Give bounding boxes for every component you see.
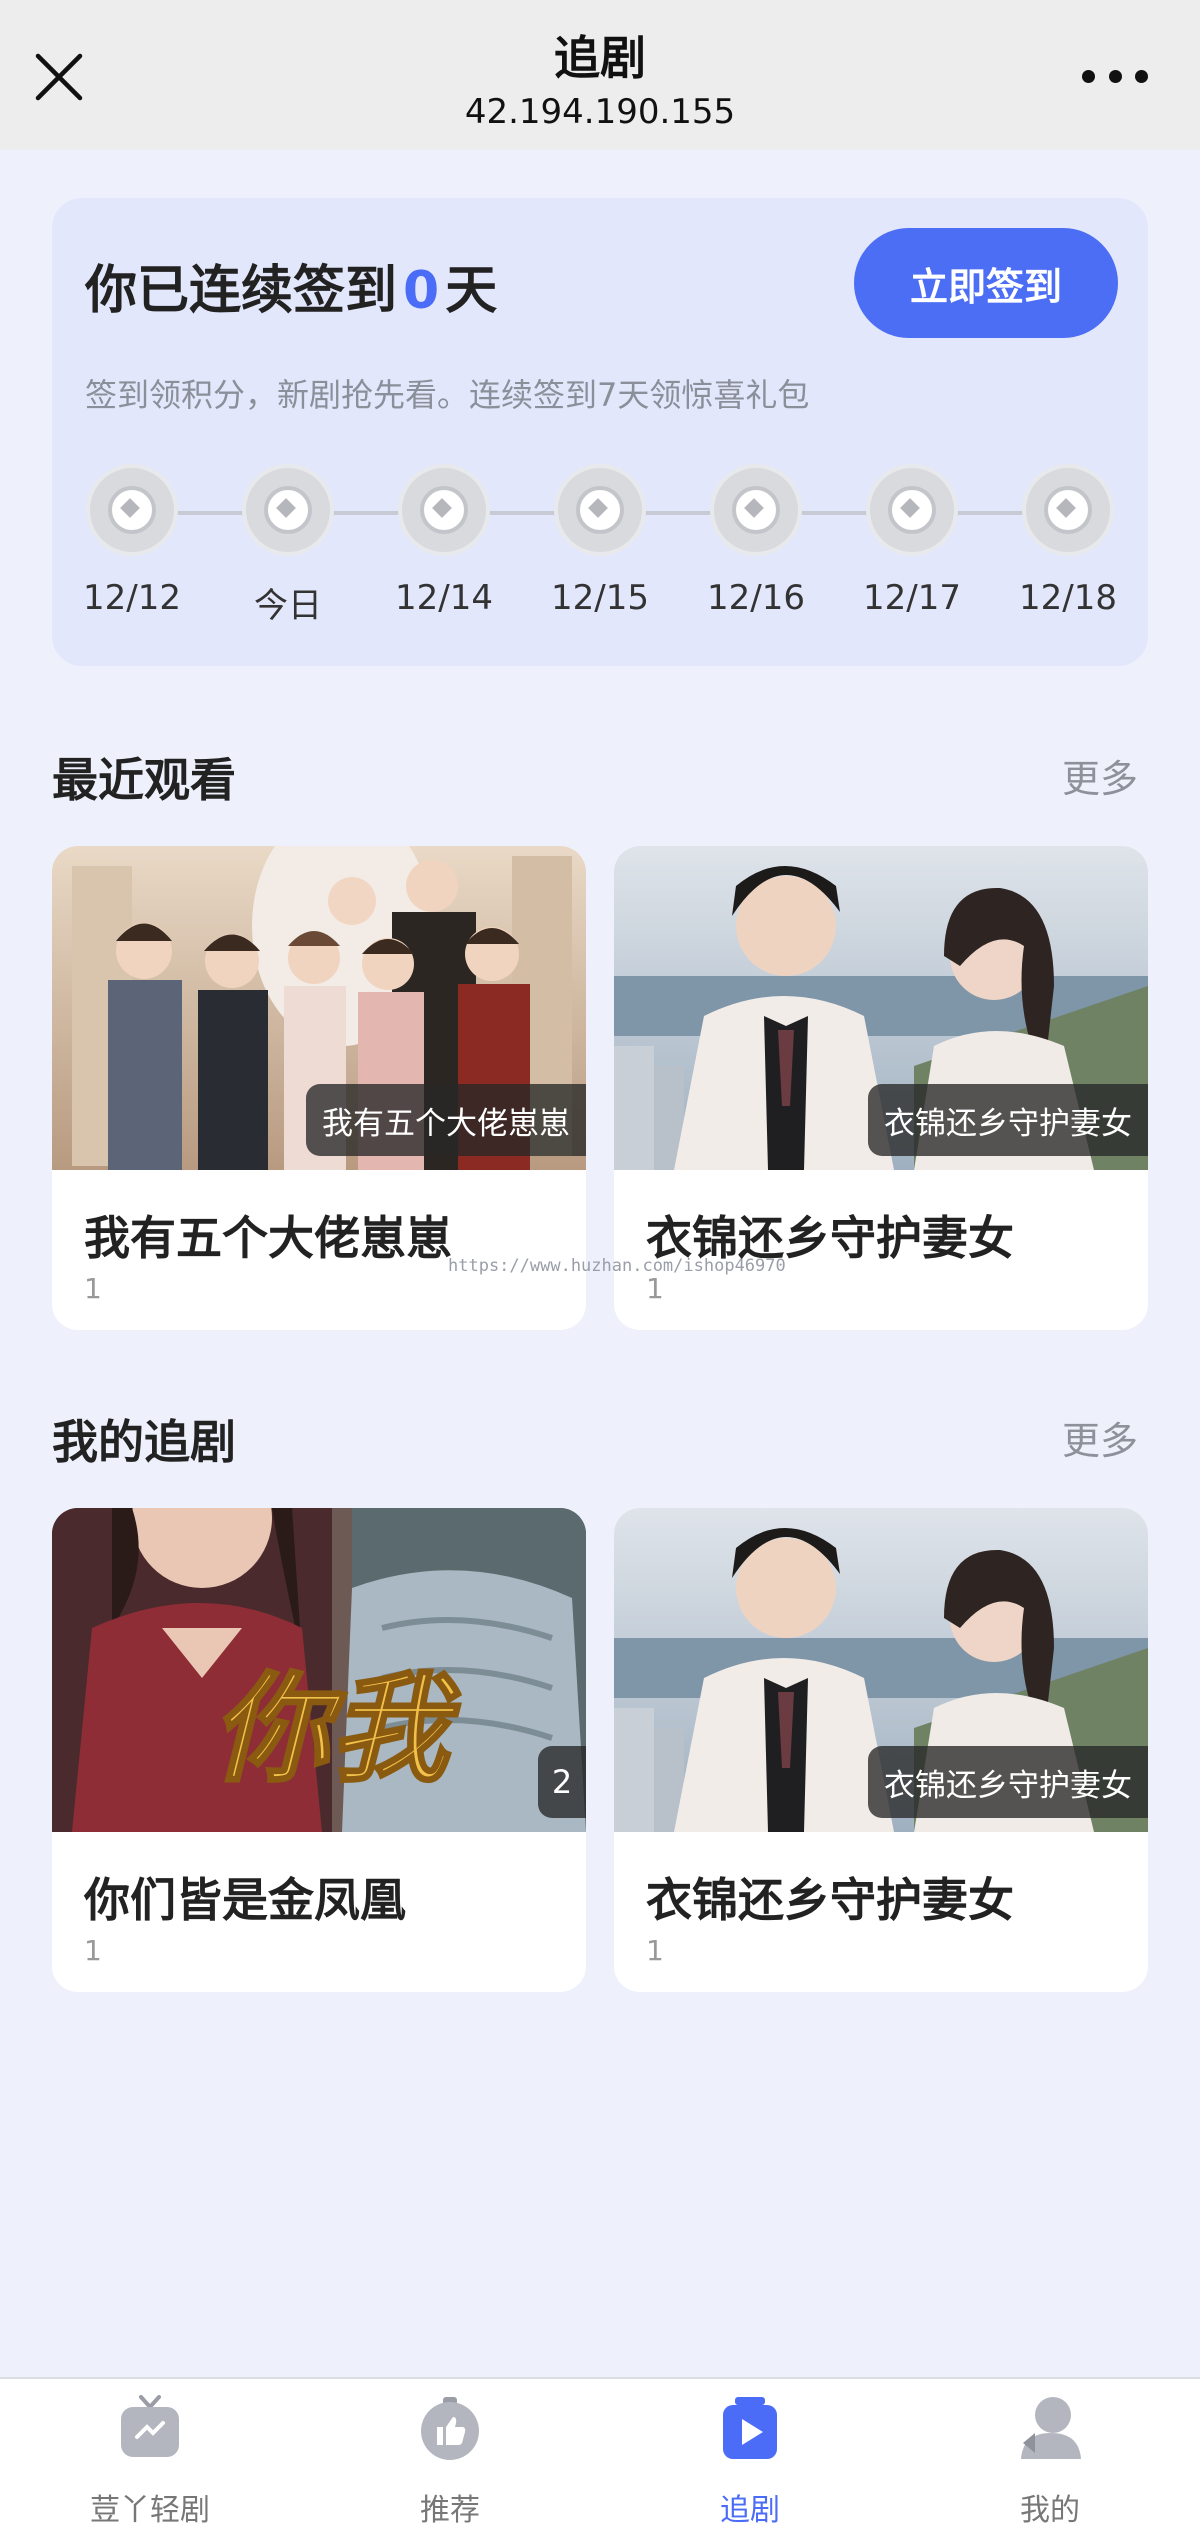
drama-poster: 衣锦还乡守护妻女: [614, 846, 1148, 1170]
signin-day-label: 12/18: [1019, 578, 1117, 618]
coin-icon: [398, 464, 490, 556]
coin-icon: [710, 464, 802, 556]
signin-track: 12/12 今日 12/14 12/15 12/16 12/17 12/18: [52, 464, 1148, 654]
tab-home[interactable]: 荳丫轻剧: [50, 2393, 250, 2529]
section-title-recent: 最近观看: [52, 753, 236, 807]
drama-poster: 衣锦还乡守护妻女: [614, 1508, 1148, 1832]
page-title: 追剧: [554, 31, 646, 85]
signin-day: 12/12: [72, 464, 192, 618]
signin-day-label: 12/12: [83, 578, 181, 618]
episode-badge: 2: [538, 1746, 586, 1818]
signin-day-label: 12/15: [551, 578, 649, 618]
signin-day: 12/14: [384, 464, 504, 618]
signin-day: 12/15: [540, 464, 660, 618]
drama-episode: 1: [84, 1272, 102, 1305]
signin-days-count: 0: [403, 261, 440, 321]
signin-day-label: 12/16: [707, 578, 805, 618]
drama-title: 我有五个大佬崽崽: [84, 1211, 452, 1265]
signin-day: 12/16: [696, 464, 816, 618]
tab-following[interactable]: 追剧: [650, 2393, 850, 2529]
section-title-following: 我的追剧: [52, 1415, 236, 1469]
tab-profile[interactable]: 我的: [950, 2393, 1150, 2529]
drama-episode: 1: [84, 1934, 102, 1967]
tab-label: 我的: [1020, 2493, 1080, 2528]
signin-day-label: 今日: [254, 586, 322, 626]
coin-icon: [242, 464, 334, 556]
top-bar: 追剧 42.194.190.155: [0, 0, 1200, 150]
more-options-icon[interactable]: [1082, 64, 1148, 88]
coin-icon: [866, 464, 958, 556]
signin-day: 12/18: [1008, 464, 1128, 618]
tv-icon: [121, 2395, 179, 2457]
following-more-link[interactable]: 更多: [1062, 1410, 1138, 1465]
thumbs-up-icon: [421, 2397, 479, 2460]
signin-card: 你已连续签到 0 天 立即签到 签到领积分，新剧抢先看。连续签到7天领惊喜礼包 12…: [52, 198, 1148, 666]
coin-icon: [554, 464, 646, 556]
signin-day-label: 12/14: [395, 578, 493, 618]
signin-day: 12/17: [852, 464, 972, 618]
drama-title: 你们皆是金凤凰: [84, 1873, 406, 1927]
user-icon: [1021, 2397, 1081, 2459]
tab-label: 追剧: [720, 2493, 780, 2528]
drama-card[interactable]: 你我 2 你们皆是金凤凰 1: [52, 1508, 586, 1992]
signin-description: 签到领积分，新剧抢先看。连续签到7天领惊喜礼包: [85, 376, 810, 414]
signin-title-prefix: 你已连续签到: [85, 261, 398, 321]
page-subtitle: 42.194.190.155: [464, 92, 736, 132]
play-icon: [723, 2397, 777, 2459]
drama-poster: 我有五个大佬崽崽: [52, 846, 586, 1170]
drama-card[interactable]: 衣锦还乡守护妻女 衣锦还乡守护妻女 1: [614, 1508, 1148, 1992]
drama-poster: 你我 2: [52, 1508, 586, 1832]
signin-title: 你已连续签到 0 天: [85, 248, 497, 323]
drama-tag: 衣锦还乡守护妻女: [868, 1084, 1148, 1156]
tab-recommend[interactable]: 推荐: [350, 2393, 550, 2529]
signin-title-suffix: 天: [445, 261, 498, 321]
watermark-text: https://www.huzhan.com/ishop46970: [448, 1256, 786, 1276]
drama-tag: 我有五个大佬崽崽: [306, 1084, 586, 1156]
coin-icon: [1022, 464, 1114, 556]
drama-episode: 1: [646, 1934, 664, 1967]
tab-label: 荳丫轻剧: [90, 2493, 210, 2528]
signin-day: 今日: [228, 464, 348, 627]
recent-more-link[interactable]: 更多: [1062, 748, 1138, 803]
drama-tag: 衣锦还乡守护妻女: [868, 1746, 1148, 1818]
signin-button[interactable]: 立即签到: [854, 228, 1118, 338]
tab-label: 推荐: [420, 2493, 480, 2528]
bottom-tab-bar: 荳丫轻剧 推荐 追剧 我的: [0, 2377, 1200, 2533]
poster-text: 你我: [212, 1659, 461, 1798]
coin-icon: [86, 464, 178, 556]
signin-day-label: 12/17: [863, 578, 961, 618]
drama-episode: 1: [646, 1272, 664, 1305]
drama-title: 衣锦还乡守护妻女: [646, 1873, 1014, 1927]
